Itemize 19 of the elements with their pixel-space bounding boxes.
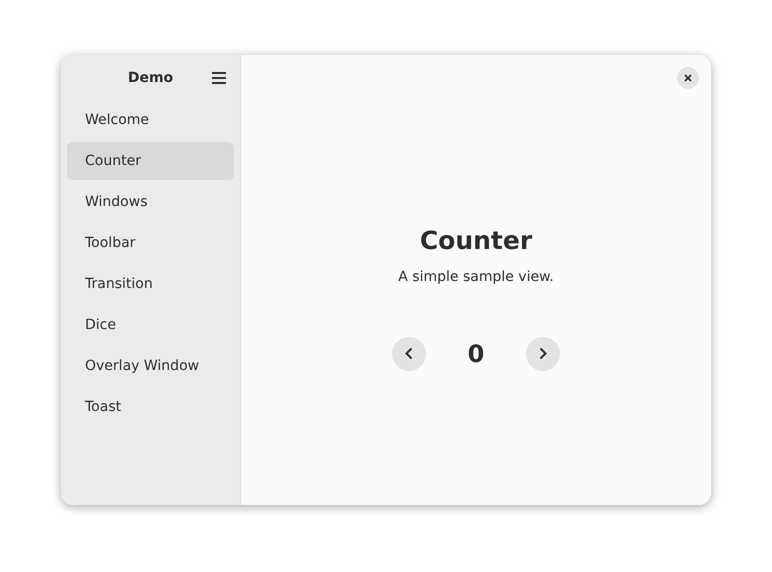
counter-value: 0 [466, 338, 486, 370]
sidebar-item[interactable]: Dice [67, 306, 234, 344]
sidebar-item[interactable]: Toolbar [67, 224, 234, 262]
page-title: Counter [420, 227, 532, 254]
sidebar-item[interactable]: Toast [67, 388, 234, 426]
sidebar-item[interactable]: Windows [67, 183, 234, 221]
decrement-button[interactable] [392, 336, 426, 370]
increment-button[interactable] [526, 336, 560, 370]
sidebar-item[interactable]: Welcome [67, 101, 234, 139]
menu-icon [212, 72, 226, 84]
chevron-right-icon [539, 347, 547, 360]
sidebar-item[interactable]: Counter [67, 142, 234, 180]
sidebar-item[interactable]: Transition [67, 265, 234, 303]
sidebar-item[interactable]: Overlay Window [67, 347, 234, 385]
close-button[interactable] [677, 67, 699, 89]
sidebar-title: Demo [128, 68, 174, 88]
chevron-left-icon [405, 347, 413, 360]
page-subtitle: A simple sample view. [398, 268, 554, 286]
close-icon [684, 74, 692, 82]
